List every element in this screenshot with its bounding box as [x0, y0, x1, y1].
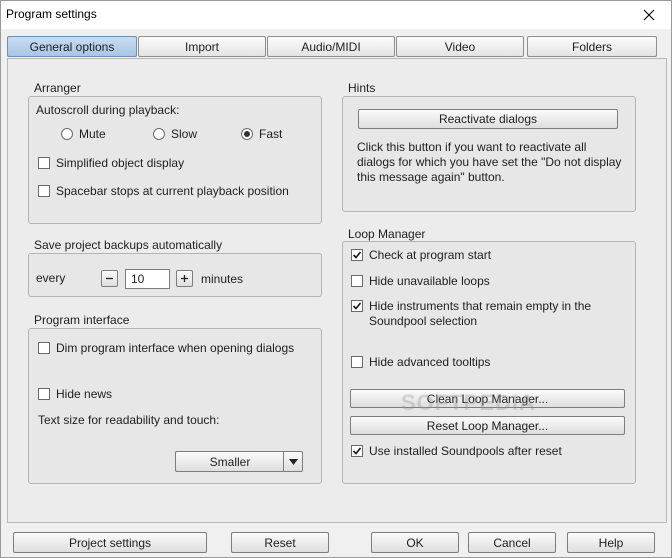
- title-bar: Program settings: [1, 1, 671, 29]
- use-installed-soundpools-checkbox[interactable]: Use installed Soundpools after reset: [351, 444, 562, 459]
- hide-unavailable-loops-checkbox[interactable]: Hide unavailable loops: [351, 274, 490, 289]
- spacebar-stops-checkbox[interactable]: Spacebar stops at current playback posit…: [38, 184, 289, 199]
- checkbox-box: [38, 342, 50, 354]
- checkbox-label: Spacebar stops at current playback posit…: [56, 184, 289, 198]
- checkbox-label: Hide advanced tooltips: [369, 355, 491, 369]
- tab-bar: General options Import Audio/MIDI Video …: [7, 36, 667, 58]
- checkbox-box: [38, 185, 50, 197]
- minutes-label: minutes: [201, 272, 244, 286]
- simplified-object-display-checkbox[interactable]: Simplified object display: [38, 156, 184, 171]
- text-size-label: Text size for readability and touch:: [38, 413, 220, 427]
- checkbox-box: [351, 356, 363, 368]
- radio-slow[interactable]: Slow: [153, 127, 197, 141]
- radio-fast-dot: [241, 128, 253, 140]
- checkbox-box: [38, 388, 50, 400]
- checkmark-icon: [352, 251, 362, 259]
- radio-fast[interactable]: Fast: [241, 127, 282, 141]
- backup-interval-input[interactable]: 10: [125, 269, 170, 289]
- ok-button[interactable]: OK: [371, 532, 459, 553]
- checkbox-label: Check at program start: [369, 248, 492, 262]
- every-label: every: [36, 271, 66, 285]
- combo-arrow-button[interactable]: [283, 452, 302, 471]
- reactivate-dialogs-button[interactable]: Reactivate dialogs: [358, 109, 618, 129]
- text-size-value: Smaller: [209, 454, 251, 469]
- decrement-button[interactable]: [101, 270, 118, 287]
- checkbox-box: [351, 275, 363, 287]
- hide-advanced-tooltips-checkbox[interactable]: Hide advanced tooltips: [351, 355, 490, 370]
- autoscroll-label: Autoscroll during playback:: [36, 103, 180, 117]
- checkbox-box: [38, 157, 50, 169]
- chevron-down-icon: [288, 458, 298, 465]
- tab-audio-midi[interactable]: Audio/MIDI: [267, 36, 395, 57]
- loop-manager-title: Loop Manager: [348, 227, 426, 241]
- plus-icon: [181, 275, 188, 282]
- program-settings-window: Program settings General options Import …: [0, 0, 672, 558]
- checkbox-label: Use installed Soundpools after reset: [369, 444, 562, 458]
- checkbox-box: [351, 445, 363, 457]
- hide-news-checkbox[interactable]: Hide news: [38, 387, 112, 402]
- checkbox-label: Hide news: [56, 387, 113, 401]
- reset-button[interactable]: Reset: [231, 532, 329, 553]
- radio-mute[interactable]: Mute: [61, 127, 106, 141]
- checkmark-icon: [352, 447, 362, 455]
- backups-title: Save project backups automatically: [34, 238, 223, 252]
- backups-group: [28, 253, 322, 297]
- minus-icon: [106, 277, 113, 280]
- hints-description: Click this button if you want to reactiv…: [357, 140, 622, 184]
- hide-empty-instruments-checkbox[interactable]: Hide instruments that remain empty in th…: [351, 299, 621, 329]
- hints-title: Hints: [348, 81, 376, 95]
- increment-button[interactable]: [176, 270, 193, 287]
- checkbox-label: Dim program interface when opening dialo…: [56, 341, 295, 355]
- checkbox-label: Hide unavailable loops: [369, 274, 490, 288]
- window-title: Program settings: [6, 7, 97, 21]
- close-button[interactable]: [626, 1, 671, 29]
- check-at-start-checkbox[interactable]: Check at program start: [351, 248, 491, 263]
- tab-general-options[interactable]: General options: [7, 36, 137, 57]
- clean-loop-manager-button[interactable]: Clean Loop Manager...: [350, 389, 625, 408]
- radio-slow-label: Slow: [171, 127, 198, 141]
- tab-folders[interactable]: Folders: [527, 36, 657, 57]
- tab-import[interactable]: Import: [138, 36, 266, 57]
- checkbox-label: Hide instruments that remain empty in th…: [369, 299, 592, 328]
- cancel-button[interactable]: Cancel: [468, 532, 556, 553]
- radio-fast-label: Fast: [259, 127, 283, 141]
- arranger-title: Arranger: [34, 81, 81, 95]
- checkbox-box: [351, 300, 363, 312]
- checkmark-icon: [352, 302, 362, 310]
- dim-interface-checkbox[interactable]: Dim program interface when opening dialo…: [38, 341, 294, 356]
- text-size-combo[interactable]: Smaller: [175, 451, 303, 472]
- program-interface-title: Program interface: [34, 313, 130, 327]
- radio-slow-dot: [153, 128, 165, 140]
- close-icon: [643, 9, 654, 21]
- reset-loop-manager-button[interactable]: Reset Loop Manager...: [350, 416, 625, 435]
- checkbox-label: Simplified object display: [56, 156, 185, 170]
- project-settings-button[interactable]: Project settings: [13, 532, 207, 553]
- radio-mute-label: Mute: [79, 127, 106, 141]
- checkbox-box: [351, 249, 363, 261]
- radio-mute-dot: [61, 128, 73, 140]
- help-button[interactable]: Help: [567, 532, 655, 553]
- tab-video[interactable]: Video: [396, 36, 524, 57]
